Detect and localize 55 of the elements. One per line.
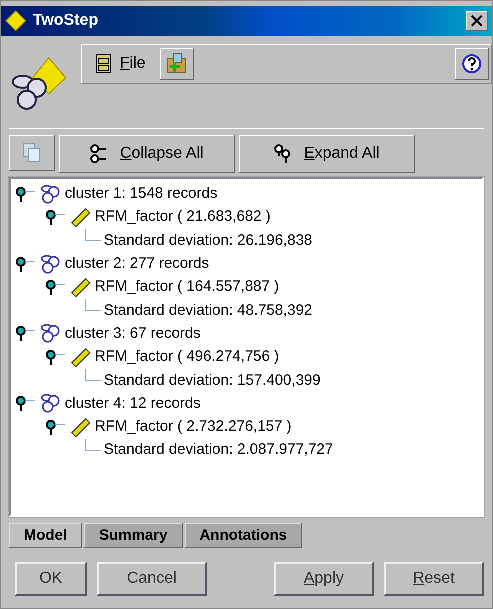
tree-item[interactable]: RFM_factor ( 164.557,887 ) — [95, 278, 280, 296]
tree-item[interactable]: RFM_factor ( 2.732.276,157 ) — [95, 418, 292, 436]
cluster-icon — [40, 254, 62, 274]
diamond-icon — [5, 10, 27, 32]
close-icon — [471, 15, 483, 27]
tree-item[interactable]: Standard deviation: 26.196,838 — [104, 232, 312, 249]
dialog-button[interactable]: Apply — [274, 562, 374, 596]
pin-icon[interactable] — [15, 395, 37, 412]
tab[interactable]: Model — [9, 523, 82, 548]
collapse-all-button[interactable]: Collapse All — [59, 135, 235, 173]
tree-item[interactable]: RFM_factor ( 496.274,756 ) — [95, 348, 280, 366]
pin-icon[interactable] — [45, 208, 67, 225]
ruler-icon — [70, 416, 92, 437]
dialog-button[interactable]: Reset — [384, 562, 484, 596]
copy-icon — [23, 143, 41, 163]
tree-connector — [85, 438, 101, 453]
copy-button[interactable] — [9, 135, 55, 171]
tab[interactable]: Summary — [84, 523, 183, 548]
tree-item[interactable]: cluster 1: 1548 records — [65, 185, 218, 202]
tree-connector — [85, 369, 101, 384]
expand-all-button[interactable]: Expand All — [239, 135, 415, 173]
generate-button[interactable] — [160, 48, 194, 80]
ruler-icon — [70, 346, 92, 367]
dialog-button[interactable]: OK — [15, 562, 87, 596]
ruler-icon — [70, 276, 92, 297]
pin-icon[interactable] — [45, 348, 67, 365]
cabinet-icon — [96, 54, 112, 74]
pin-icon[interactable] — [15, 186, 37, 202]
tree-connector — [85, 299, 101, 314]
folder-plus-icon — [166, 53, 188, 75]
close-button[interactable] — [466, 11, 488, 31]
tree-connector — [85, 229, 101, 244]
tree-item[interactable]: Standard deviation: 157.400,399 — [104, 372, 321, 389]
expand-icon — [274, 144, 292, 164]
window-title: TwoStep — [33, 12, 100, 30]
tree-item[interactable]: Standard deviation: 2.087.977,727 — [104, 441, 334, 458]
collapse-icon — [90, 144, 108, 164]
help-icon — [462, 54, 482, 74]
cluster-icon — [40, 393, 62, 414]
pin-icon[interactable] — [45, 278, 67, 295]
pin-icon[interactable] — [15, 256, 37, 272]
cluster-icon — [40, 323, 62, 344]
tree-item[interactable]: cluster 2: 277 records — [65, 255, 210, 272]
dialog-button[interactable]: Cancel — [97, 562, 207, 596]
tree-item[interactable]: RFM_factor ( 21.683,682 ) — [95, 208, 271, 226]
help-button[interactable] — [455, 48, 489, 80]
pin-icon[interactable] — [45, 418, 67, 435]
tree-item[interactable]: Standard deviation: 48.758,392 — [104, 302, 312, 319]
cluster-node-icon — [9, 56, 67, 112]
cluster-icon — [40, 184, 62, 204]
tree-item[interactable]: cluster 4: 12 records — [65, 394, 201, 412]
tree-item[interactable]: cluster 3: 67 records — [65, 324, 201, 342]
tab[interactable]: Annotations — [184, 523, 302, 548]
pin-icon[interactable] — [15, 325, 37, 342]
ruler-icon — [70, 206, 92, 227]
